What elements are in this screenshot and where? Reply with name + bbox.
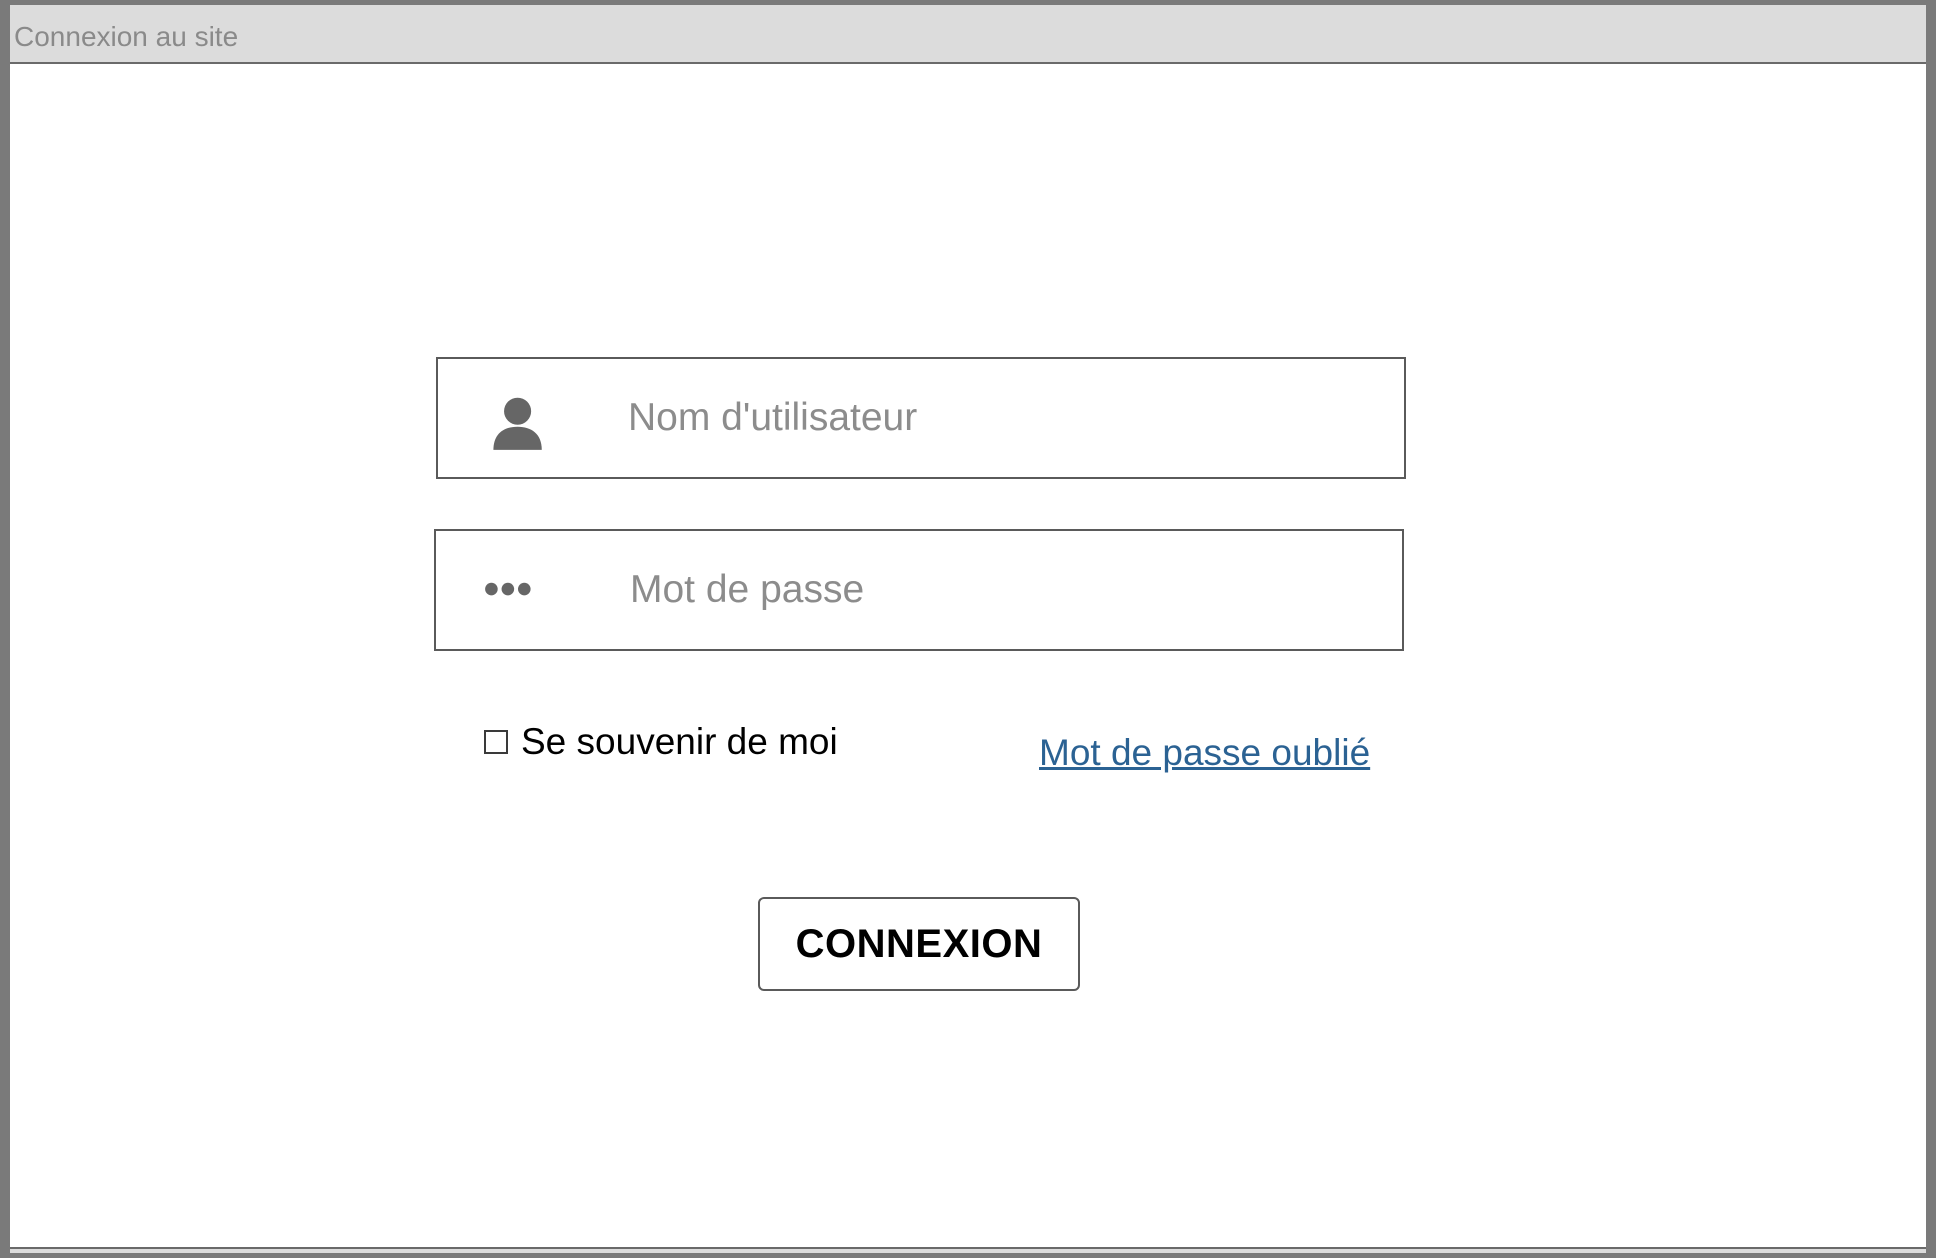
username-field[interactable] [436,357,1406,479]
login-button[interactable]: CONNEXION [758,897,1080,991]
remember-me[interactable]: Se souvenir de moi [484,721,838,763]
user-icon [493,397,542,450]
window-titlebar: Connexion au site [10,5,1926,64]
password-field[interactable] [434,529,1404,651]
remember-me-checkbox[interactable] [484,730,508,754]
login-page: Se souvenir de moi Mot de passe oublié C… [10,64,1926,1247]
username-input[interactable] [628,359,1384,477]
dots-icon [485,582,531,596]
window-title: Connexion au site [14,21,239,52]
browser-window: Connexion au site Se souvenir de moi Mot… [0,0,1936,1258]
remember-me-label[interactable]: Se souvenir de moi [521,721,838,763]
password-input[interactable] [630,531,1382,649]
forgot-password-link[interactable]: Mot de passe oublié [1039,734,1370,771]
window-bottom-bar [10,1247,1926,1253]
